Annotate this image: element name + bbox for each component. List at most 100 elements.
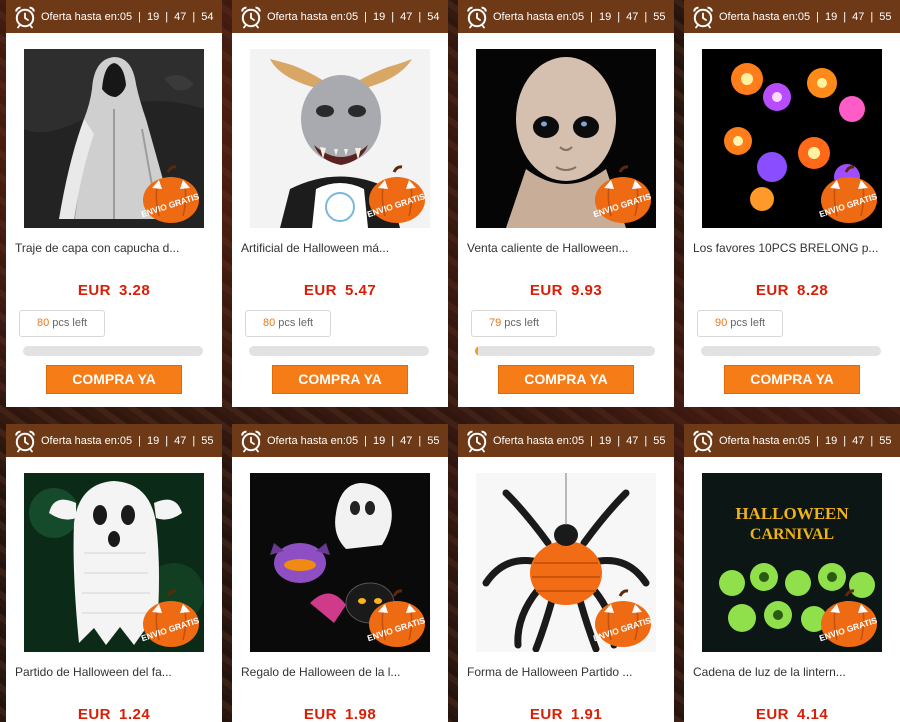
countdown-days: 05 bbox=[797, 10, 811, 23]
product-price: EUR 8.28 bbox=[684, 282, 900, 299]
countdown-label: Oferta hasta en: bbox=[493, 10, 572, 23]
product-card-4[interactable]: Oferta hasta en: 05 | 19 | 47 | 55 ENVIO… bbox=[684, 0, 900, 407]
product-image-halloween-carnival-lights[interactable]: HALLOWEEN CARNIVAL ENVIO GRATIS bbox=[702, 473, 882, 652]
countdown-days: 05 bbox=[345, 10, 359, 23]
stock-progress-bar bbox=[249, 346, 429, 356]
stock-remaining: 80 pcs left bbox=[245, 310, 331, 337]
product-price: EUR 1.98 bbox=[232, 706, 448, 722]
countdown-days: 05 bbox=[345, 434, 359, 447]
countdown-seconds: 55 bbox=[653, 434, 666, 447]
countdown-minutes: 47 bbox=[626, 10, 639, 23]
countdown-minutes: 47 bbox=[852, 434, 865, 447]
buy-now-button[interactable]: COMPRA YA bbox=[498, 365, 634, 394]
product-image-alien-latex-mask[interactable]: ENVIO GRATIS bbox=[476, 49, 656, 228]
countdown-minutes: 47 bbox=[400, 10, 413, 23]
countdown-seconds: 55 bbox=[653, 10, 666, 23]
price-currency: EUR bbox=[77, 282, 111, 299]
alarm-clock-icon bbox=[15, 430, 35, 452]
product-title[interactable]: Forma de Halloween Partido ... bbox=[467, 665, 667, 679]
countdown-seconds: 54 bbox=[427, 10, 440, 23]
product-image-honeycomb-spider[interactable]: ENVIO GRATIS bbox=[476, 473, 656, 652]
product-card-2[interactable]: Oferta hasta en: 05 | 19 | 47 | 54 ENVIO… bbox=[232, 0, 448, 407]
countdown-minutes: 47 bbox=[174, 10, 187, 23]
stock-progress-fill bbox=[475, 346, 478, 356]
countdown-seconds: 54 bbox=[201, 10, 214, 23]
product-card-3[interactable]: Oferta hasta en: 05 | 19 | 47 | 55 ENVIO… bbox=[458, 0, 674, 407]
price-currency: EUR bbox=[755, 282, 789, 299]
product-image-white-hooded-cape[interactable]: ENVIO GRATIS bbox=[24, 49, 204, 228]
countdown-hours: 19 bbox=[825, 434, 838, 447]
alarm-clock-icon bbox=[467, 430, 487, 452]
buy-now-button[interactable]: COMPRA YA bbox=[272, 365, 408, 394]
free-shipping-pumpkin-badge: ENVIO GRATIS bbox=[592, 589, 653, 647]
alarm-clock-icon bbox=[241, 6, 261, 28]
product-grid: Oferta hasta en: 05 | 19 | 47 | 54 ENVIO… bbox=[0, 0, 900, 722]
product-price: EUR 3.28 bbox=[6, 282, 222, 299]
countdown-hours: 19 bbox=[147, 10, 160, 23]
countdown-hours: 19 bbox=[147, 434, 160, 447]
countdown-hours: 19 bbox=[373, 434, 386, 447]
product-title[interactable]: Los favores 10PCS BRELONG p... bbox=[693, 241, 893, 255]
product-image-paper-lanterns[interactable]: ENVIO GRATIS bbox=[250, 473, 430, 652]
price-currency: EUR bbox=[303, 282, 337, 299]
stock-remaining: 90 pcs left bbox=[697, 310, 783, 337]
product-image-hanging-ghost[interactable]: ENVIO GRATIS bbox=[24, 473, 204, 652]
product-title[interactable]: Traje de capa con capucha d... bbox=[15, 241, 215, 255]
stock-progress-bar bbox=[475, 346, 655, 356]
stock-suffix: pcs left bbox=[278, 317, 314, 329]
product-image-led-pumpkin-rings[interactable]: ENVIO GRATIS bbox=[702, 49, 882, 228]
buy-now-button[interactable]: COMPRA YA bbox=[46, 365, 182, 394]
product-title[interactable]: Partido de Halloween del fa... bbox=[15, 665, 215, 679]
countdown-label: Oferta hasta en: bbox=[267, 434, 346, 447]
countdown-hours: 19 bbox=[599, 10, 612, 23]
stock-suffix: pcs left bbox=[730, 317, 766, 329]
product-card-7[interactable]: Oferta hasta en: 05 | 19 | 47 | 55 ENVIO… bbox=[458, 424, 674, 722]
svg-text:CARNIVAL: CARNIVAL bbox=[750, 526, 834, 543]
price-value: 1.91 bbox=[570, 706, 603, 722]
product-card-1[interactable]: Oferta hasta en: 05 | 19 | 47 | 54 ENVIO… bbox=[6, 0, 222, 407]
product-image-horned-demon-mask[interactable]: ENVIO GRATIS bbox=[250, 49, 430, 228]
countdown-label: Oferta hasta en: bbox=[719, 434, 798, 447]
free-shipping-pumpkin-badge: ENVIO GRATIS bbox=[140, 165, 201, 223]
countdown-header: Oferta hasta en: 05 | 19 | 47 | 54 bbox=[232, 0, 448, 33]
product-title[interactable]: Venta caliente de Halloween... bbox=[467, 241, 667, 255]
price-value: 5.47 bbox=[344, 282, 377, 299]
product-title[interactable]: Artificial de Halloween má... bbox=[241, 241, 441, 255]
countdown-label: Oferta hasta en: bbox=[719, 10, 798, 23]
countdown-minutes: 47 bbox=[400, 434, 413, 447]
countdown-days: 05 bbox=[119, 10, 133, 23]
alarm-clock-icon bbox=[693, 430, 713, 452]
countdown-header: Oferta hasta en: 05 | 19 | 47 | 55 bbox=[458, 424, 674, 457]
price-value: 9.93 bbox=[570, 282, 603, 299]
product-card-8[interactable]: Oferta hasta en: 05 | 19 | 47 | 55 HALLO… bbox=[684, 424, 900, 722]
countdown-minutes: 47 bbox=[852, 10, 865, 23]
free-shipping-pumpkin-badge: ENVIO GRATIS bbox=[592, 165, 653, 223]
stock-count: 80 bbox=[37, 317, 50, 329]
product-card-6[interactable]: Oferta hasta en: 05 | 19 | 47 | 55 ENVIO… bbox=[232, 424, 448, 722]
countdown-days: 05 bbox=[797, 434, 811, 447]
countdown-header: Oferta hasta en: 05 | 19 | 47 | 55 bbox=[684, 0, 900, 33]
countdown-header: Oferta hasta en: 05 | 19 | 47 | 55 bbox=[458, 0, 674, 33]
countdown-seconds: 55 bbox=[879, 434, 892, 447]
stock-progress-bar bbox=[23, 346, 203, 356]
countdown-label: Oferta hasta en: bbox=[41, 434, 120, 447]
price-value: 4.14 bbox=[796, 706, 829, 722]
countdown-minutes: 47 bbox=[174, 434, 187, 447]
stock-count: 80 bbox=[263, 317, 276, 329]
countdown-header: Oferta hasta en: 05 | 19 | 47 | 54 bbox=[6, 0, 222, 33]
stock-suffix: pcs left bbox=[52, 317, 88, 329]
buy-now-button[interactable]: COMPRA YA bbox=[724, 365, 860, 394]
free-shipping-pumpkin-badge: ENVIO GRATIS bbox=[366, 165, 427, 223]
stock-remaining: 80 pcs left bbox=[19, 310, 105, 337]
alarm-clock-icon bbox=[467, 6, 487, 28]
countdown-hours: 19 bbox=[825, 10, 838, 23]
product-title[interactable]: Cadena de luz de la lintern... bbox=[693, 665, 893, 679]
countdown-label: Oferta hasta en: bbox=[493, 434, 572, 447]
product-title[interactable]: Regalo de Halloween de la l... bbox=[241, 665, 441, 679]
countdown-minutes: 47 bbox=[626, 434, 639, 447]
alarm-clock-icon bbox=[693, 6, 713, 28]
free-shipping-pumpkin-badge: ENVIO GRATIS bbox=[366, 589, 427, 647]
price-currency: EUR bbox=[529, 282, 563, 299]
product-card-5[interactable]: Oferta hasta en: 05 | 19 | 47 | 55 ENVIO bbox=[6, 424, 222, 722]
stock-count: 90 bbox=[715, 317, 728, 329]
